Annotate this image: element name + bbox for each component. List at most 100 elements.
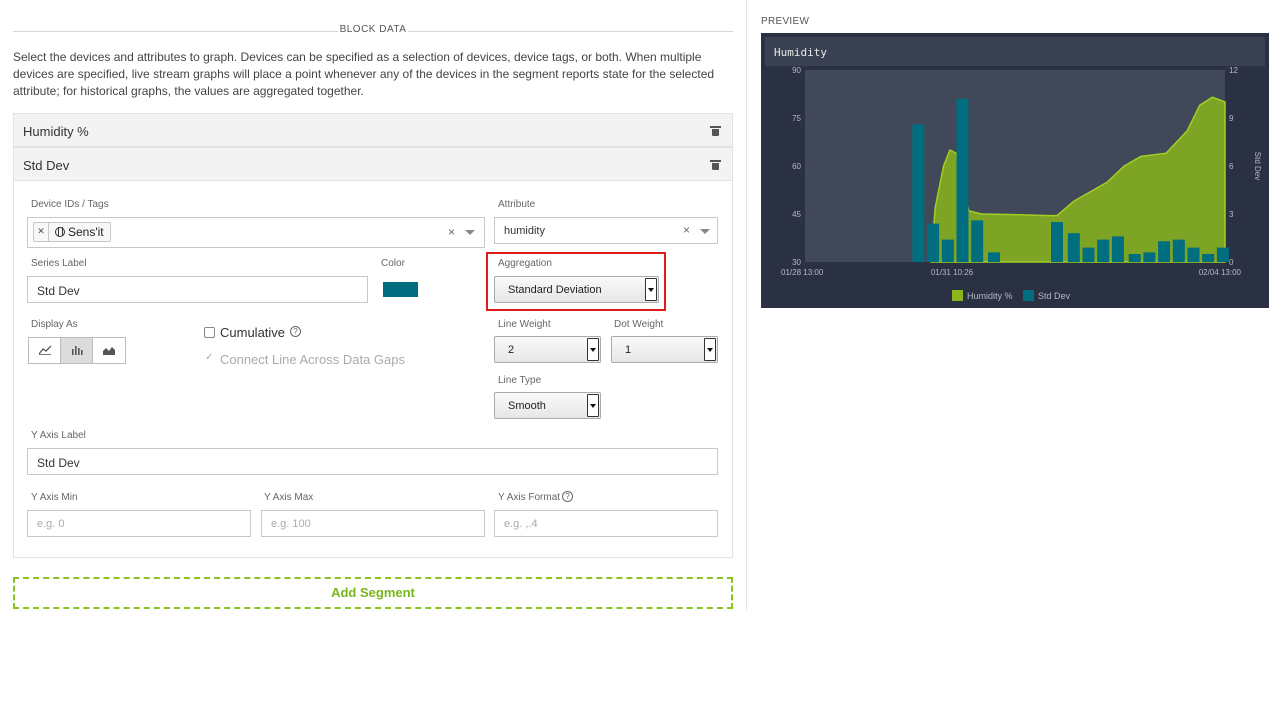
line-weight-select[interactable]: 2: [494, 336, 601, 363]
y-format-label: Y Axis Format: [498, 492, 561, 503]
x-tick: 01/31 10:26: [931, 268, 974, 277]
bar-chart-icon: [72, 346, 83, 355]
section-title: BLOCK DATA: [13, 24, 733, 35]
clear-icon[interactable]: ×: [683, 223, 690, 237]
add-segment-button[interactable]: Add Segment: [13, 577, 733, 609]
segment-title: Std Dev: [23, 158, 70, 173]
y-min-label: Y Axis Min: [31, 492, 78, 503]
display-as-group: [28, 337, 126, 364]
y-right-tick: 9: [1229, 114, 1234, 123]
y-min-placeholder: e.g. 0: [37, 518, 65, 530]
line-type-select[interactable]: Smooth: [494, 392, 601, 419]
y-format-input[interactable]: e.g. ,.4: [494, 510, 718, 537]
segment-header-std-dev[interactable]: Std Dev: [13, 147, 733, 181]
y-left-tick: 30: [792, 258, 801, 267]
std-dev-bar: [1216, 247, 1229, 262]
chevron-down-icon[interactable]: [700, 229, 710, 234]
std-dev-bar: [1172, 239, 1185, 262]
y-left-tick: 45: [792, 210, 801, 219]
segment-header-humidity[interactable]: Humidity %: [13, 113, 733, 147]
y-max-label: Y Axis Max: [264, 492, 314, 503]
std-dev-bar: [941, 239, 954, 262]
display-area-button[interactable]: [93, 338, 125, 363]
legend-std-dev[interactable]: Std Dev: [1023, 290, 1070, 301]
std-dev-bar: [1097, 239, 1110, 262]
intro-text: Select the devices and attributes to gra…: [13, 50, 715, 98]
display-as-label: Display As: [31, 319, 78, 330]
y-max-placeholder: e.g. 100: [271, 518, 311, 530]
globe-icon: [55, 227, 65, 237]
y-right-tick: 12: [1229, 66, 1238, 75]
dot-weight-select[interactable]: 1: [611, 336, 718, 363]
legend-humidity[interactable]: Humidity %: [952, 290, 1013, 301]
clear-icon[interactable]: ×: [448, 225, 455, 239]
attribute-label: Attribute: [498, 199, 536, 210]
line-weight-label: Line Weight: [498, 319, 551, 330]
attribute-input[interactable]: humidity ×: [494, 217, 718, 244]
y-left-tick: 75: [792, 114, 801, 123]
dropdown-arrow-icon[interactable]: [587, 394, 599, 417]
y-left-tick: 90: [792, 66, 801, 75]
dropdown-arrow-icon[interactable]: [704, 338, 716, 361]
series-label-value: Std Dev: [37, 284, 80, 298]
dropdown-arrow-icon[interactable]: [587, 338, 599, 361]
area-chart-icon: [103, 347, 115, 355]
trash-icon[interactable]: [710, 126, 721, 136]
line-weight-value: 2: [508, 344, 515, 356]
y-format-placeholder: e.g. ,.4: [504, 518, 538, 530]
color-label: Color: [381, 258, 405, 269]
preview-title: PREVIEW: [761, 16, 810, 27]
help-icon[interactable]: ?: [290, 326, 301, 337]
std-dev-bar: [1158, 241, 1171, 262]
series-label-input[interactable]: Std Dev: [27, 276, 368, 303]
y-axis-label-input[interactable]: Std Dev: [27, 448, 718, 475]
line-type-value: Smooth: [508, 400, 546, 412]
std-dev-bar: [1051, 222, 1063, 262]
std-dev-bar: [1111, 236, 1124, 262]
cumulative-checkbox[interactable]: [204, 327, 215, 338]
y-axis-label-label: Y Axis Label: [31, 430, 86, 441]
std-dev-bar: [927, 223, 940, 262]
line-type-label: Line Type: [498, 375, 542, 386]
y-min-input[interactable]: e.g. 0: [27, 510, 251, 537]
device-tag-label: Sens'it: [68, 225, 104, 239]
color-swatch[interactable]: [383, 282, 418, 297]
help-icon[interactable]: ?: [562, 491, 573, 502]
dot-weight-label: Dot Weight: [614, 319, 664, 330]
check-icon: ✓: [205, 352, 214, 363]
remove-tag-icon[interactable]: ✕: [34, 223, 49, 241]
segment-title: Humidity %: [23, 124, 89, 139]
trash-icon[interactable]: [710, 160, 721, 170]
cumulative-label: Cumulative: [220, 325, 286, 340]
std-dev-bar: [956, 98, 969, 262]
divider: [746, 0, 747, 610]
y-right-axis-label: Std Dev: [1253, 152, 1262, 180]
display-line-button[interactable]: [29, 338, 61, 363]
chevron-down-icon[interactable]: [465, 230, 475, 235]
x-tick: 01/28 13:00: [781, 268, 824, 277]
std-dev-bar: [1067, 233, 1080, 262]
series-label-label: Series Label: [31, 258, 87, 269]
std-dev-bar: [988, 252, 1000, 262]
y-max-input[interactable]: e.g. 100: [261, 510, 485, 537]
humidity-chart: 30 45 60 75 90 0 3 6 9 12 Std Dev 01/28 13:00 01/31 …: [781, 66, 1262, 277]
std-dev-bar: [1128, 254, 1141, 262]
device-ids-input[interactable]: ✕ Sens'it ×: [27, 217, 485, 248]
display-bar-button[interactable]: [61, 338, 93, 363]
line-chart-icon: [39, 345, 51, 355]
y-right-tick: 3: [1229, 210, 1234, 219]
block-data-editor: BLOCK DATA Select the devices and attrib…: [13, 0, 733, 707]
std-dev-bar: [1202, 254, 1215, 262]
dot-weight-value: 1: [625, 344, 632, 356]
y-right-tick: 0: [1229, 258, 1234, 267]
y-right-tick: 6: [1229, 162, 1234, 171]
std-dev-bar: [971, 220, 984, 262]
legend-swatch: [952, 290, 963, 301]
std-dev-bar: [1082, 247, 1095, 262]
legend-swatch: [1023, 290, 1034, 301]
device-ids-label: Device IDs / Tags: [31, 199, 109, 210]
attribute-value: humidity: [504, 225, 545, 237]
device-tag: ✕ Sens'it: [33, 222, 111, 242]
std-dev-bar: [1187, 247, 1200, 262]
y-axis-label-value: Std Dev: [37, 456, 80, 470]
